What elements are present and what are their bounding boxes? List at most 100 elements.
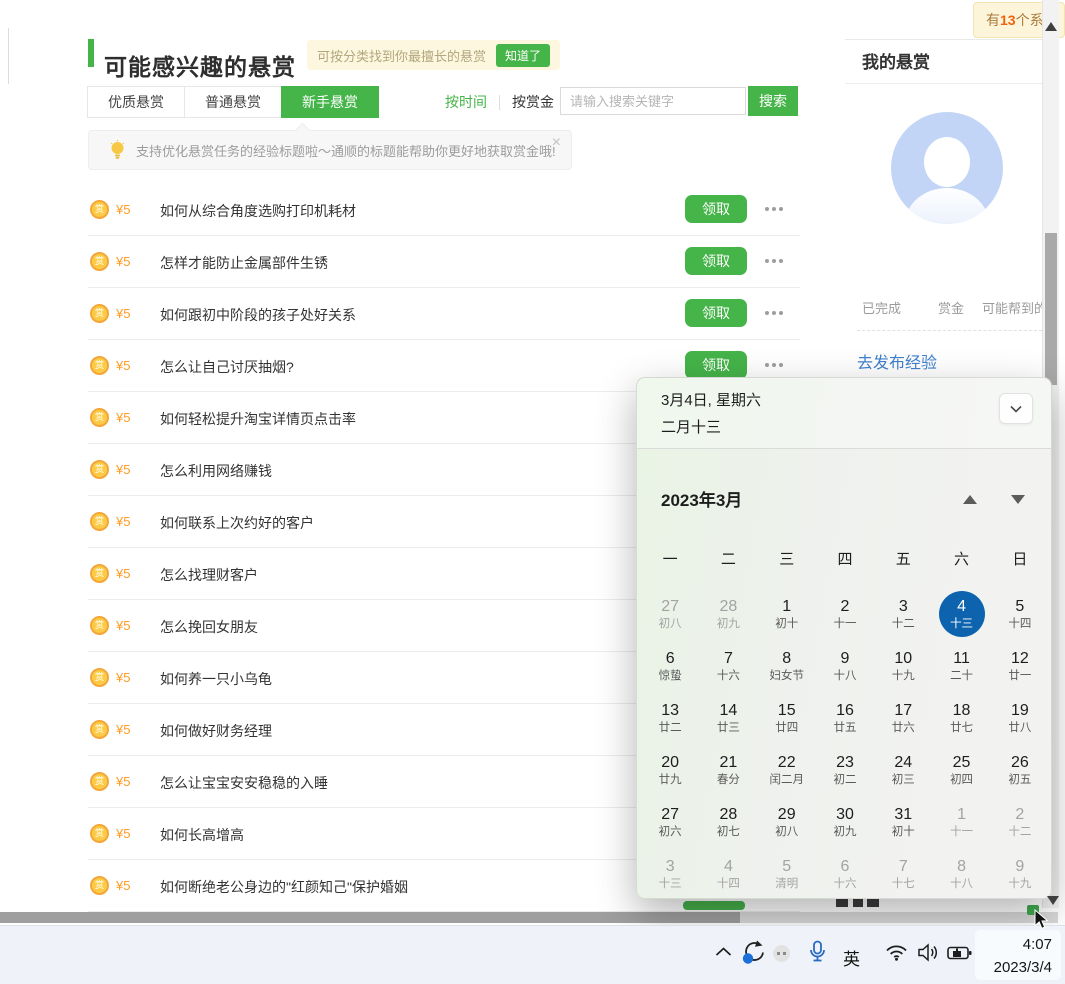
claim-button[interactable]: 领取 [685, 299, 747, 327]
claim-button[interactable]: 领取 [685, 247, 747, 275]
weekday-label: 三 [758, 550, 816, 570]
avatar[interactable] [891, 112, 1003, 224]
calendar-day[interactable]: 16廿五 [816, 692, 874, 744]
search-button[interactable]: 搜索 [748, 86, 798, 116]
calendar-day[interactable]: 20廿九 [641, 744, 699, 796]
bounty-title[interactable]: 如何长高增高 [160, 825, 244, 845]
calendar-month-label: 2023年3月 [661, 486, 742, 511]
bounty-title[interactable]: 如何做好财务经理 [160, 721, 272, 741]
calendar-day[interactable]: 8十八 [932, 848, 990, 899]
sort-by-time-link[interactable]: 按时间 [445, 86, 487, 118]
got-it-button[interactable]: 知道了 [496, 44, 550, 67]
sync-icon[interactable] [740, 939, 767, 966]
bounty-title[interactable]: 怎么挽回女朋友 [160, 617, 258, 637]
vertical-scrollbar-thumb[interactable] [1045, 233, 1057, 385]
calendar-day[interactable]: 12廿一 [991, 640, 1049, 692]
calendar-day[interactable]: 8妇女节 [758, 640, 816, 692]
calendar-day[interactable]: 3十三 [641, 848, 699, 899]
calendar-day[interactable]: 13廿二 [641, 692, 699, 744]
coin-icon: 赏 [90, 460, 109, 479]
calendar-day[interactable]: 6惊蛰 [641, 640, 699, 692]
claim-button[interactable]: 领取 [685, 195, 747, 223]
scroll-down-arrow-icon[interactable] [1047, 896, 1059, 905]
calendar-day[interactable]: 28初九 [699, 588, 757, 640]
bounty-title[interactable]: 如何跟初中阶段的孩子处好关系 [160, 305, 356, 325]
more-menu-icon[interactable] [765, 311, 783, 315]
calendar-day[interactable]: 2十一 [816, 588, 874, 640]
calendar-day[interactable]: 6十六 [816, 848, 874, 899]
close-icon[interactable]: × [552, 134, 561, 152]
calendar-day-selected[interactable]: 4十三 [932, 588, 990, 640]
tab[interactable]: 新手悬赏 [281, 86, 379, 118]
calendar-collapse-button[interactable] [999, 393, 1033, 424]
calendar-day[interactable]: 9十八 [816, 640, 874, 692]
claim-button[interactable]: 领取 [685, 351, 747, 379]
calendar-day[interactable]: 4十四 [699, 848, 757, 899]
horizontal-scrollbar[interactable] [0, 912, 1058, 923]
wifi-icon[interactable] [885, 944, 908, 961]
show-hidden-icons-chevron-icon[interactable] [715, 947, 732, 957]
tab[interactable]: 普通悬赏 [184, 86, 282, 118]
calendar-day[interactable]: 7十六 [699, 640, 757, 692]
calendar-day[interactable]: 30初九 [816, 796, 874, 848]
bounty-title[interactable]: 如何断绝老公身边的"红颜知己"保护婚姻 [160, 877, 408, 897]
day-number: 20 [661, 753, 679, 773]
calendar-day[interactable]: 21春分 [699, 744, 757, 796]
more-menu-icon[interactable] [765, 207, 783, 211]
ime-language-indicator[interactable]: 英 [843, 945, 860, 970]
bounty-title[interactable]: 怎么让宝宝安安稳稳的入睡 [160, 773, 328, 793]
bounty-title[interactable]: 如何从综合角度选购打印机耗材 [160, 201, 356, 221]
stat-label[interactable]: 可能帮到的 [982, 298, 1042, 317]
volume-icon[interactable] [917, 943, 939, 962]
calendar-day[interactable]: 7十七 [874, 848, 932, 899]
calendar-day[interactable]: 26初五 [991, 744, 1049, 796]
tray-app-icon[interactable] [773, 945, 790, 962]
calendar-day[interactable]: 24初三 [874, 744, 932, 796]
sort-by-reward-link[interactable]: 按赏金 [512, 86, 554, 118]
scroll-up-arrow-icon[interactable] [1045, 22, 1057, 31]
search-input[interactable] [560, 87, 746, 115]
calendar-day[interactable]: 14廿三 [699, 692, 757, 744]
stat-label[interactable]: 赏金 [938, 298, 964, 317]
calendar-day[interactable]: 31初十 [874, 796, 932, 848]
calendar-day[interactable]: 25初四 [932, 744, 990, 796]
bounty-title[interactable]: 如何联系上次约好的客户 [160, 513, 314, 533]
bounty-title[interactable]: 如何养一只小乌龟 [160, 669, 272, 689]
calendar-prev-month-icon[interactable] [963, 495, 977, 504]
calendar-day[interactable]: 1初十 [758, 588, 816, 640]
more-menu-icon[interactable] [765, 259, 783, 263]
day-lunar-label: 十九 [1008, 877, 1031, 892]
calendar-day[interactable]: 5清明 [758, 848, 816, 899]
calendar-day[interactable]: 2十二 [991, 796, 1049, 848]
calendar-day[interactable]: 18廿七 [932, 692, 990, 744]
taskbar-clock[interactable]: 4:07 2023/3/4 [975, 930, 1061, 980]
calendar-day[interactable]: 27初八 [641, 588, 699, 640]
calendar-day[interactable]: 17廿六 [874, 692, 932, 744]
calendar-day[interactable]: 28初七 [699, 796, 757, 848]
calendar-day[interactable]: 23初二 [816, 744, 874, 796]
horizontal-scrollbar-thumb[interactable] [0, 912, 740, 923]
calendar-day[interactable]: 1十一 [932, 796, 990, 848]
calendar-day[interactable]: 15廿四 [758, 692, 816, 744]
calendar-day[interactable]: 22闰二月 [758, 744, 816, 796]
battery-charging-icon[interactable] [947, 945, 974, 961]
calendar-day[interactable]: 9十九 [991, 848, 1049, 899]
more-menu-icon[interactable] [765, 363, 783, 367]
calendar-day[interactable]: 5十四 [991, 588, 1049, 640]
calendar-day[interactable]: 3十二 [874, 588, 932, 640]
microphone-icon[interactable] [808, 940, 827, 963]
calendar-day[interactable]: 27初六 [641, 796, 699, 848]
calendar-next-month-icon[interactable] [1011, 495, 1025, 504]
bounty-title[interactable]: 怎样才能防止金属部件生锈 [160, 253, 328, 273]
bounty-title[interactable]: 如何轻松提升淘宝详情页点击率 [160, 409, 356, 429]
stat-label[interactable]: 已完成 [862, 298, 901, 317]
bounty-title[interactable]: 怎么让自己讨厌抽烟? [160, 357, 294, 377]
tab[interactable]: 优质悬赏 [87, 86, 185, 118]
calendar-day[interactable]: 29初八 [758, 796, 816, 848]
bounty-title[interactable]: 怎么找理财客户 [160, 565, 258, 585]
bounty-title[interactable]: 怎么利用网络赚钱 [160, 461, 272, 481]
calendar-day[interactable]: 19廿八 [991, 692, 1049, 744]
calendar-day[interactable]: 11二十 [932, 640, 990, 692]
calendar-day[interactable]: 10十九 [874, 640, 932, 692]
publish-experience-link[interactable]: 去发布经验 [857, 349, 937, 373]
